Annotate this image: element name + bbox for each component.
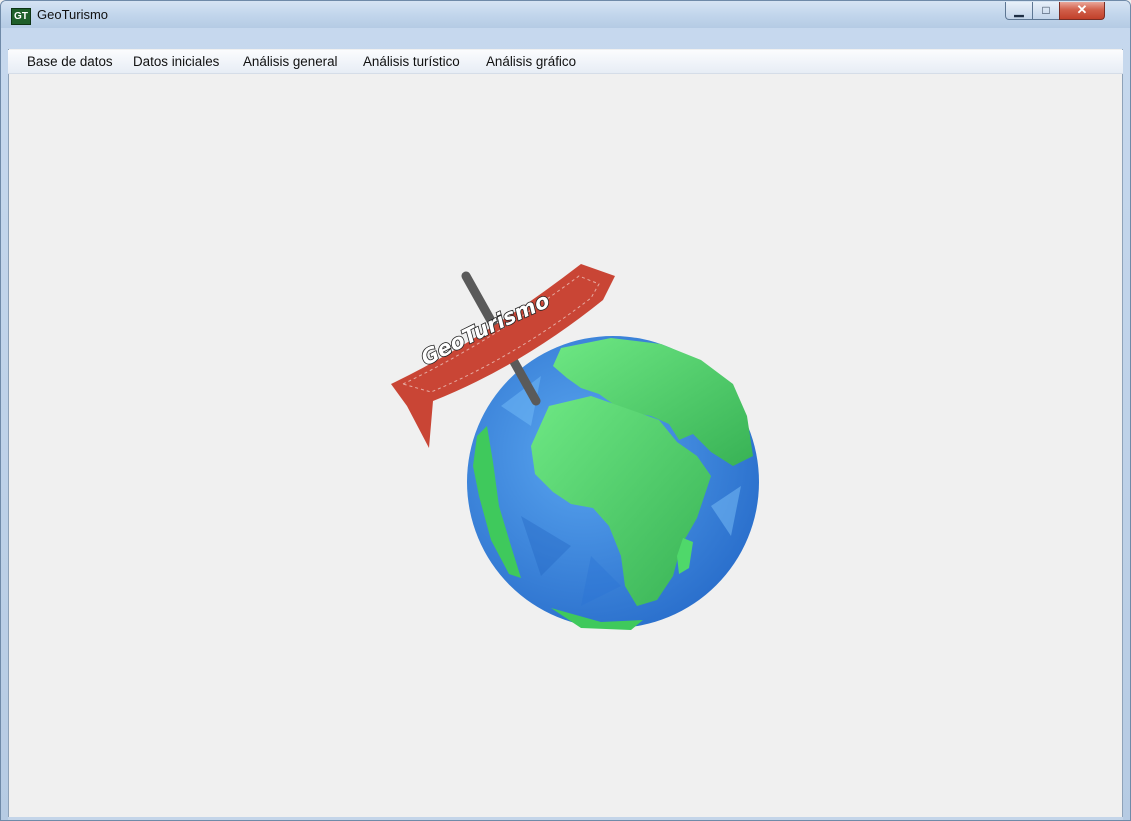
window-title: GeoTurismo	[37, 7, 109, 22]
app-logo-icon: GT	[11, 8, 31, 25]
menu-bar: Base de datos Datos iniciales Análisis g…	[8, 50, 1123, 74]
menu-datos-iniciales[interactable]: Datos iniciales	[133, 54, 219, 69]
close-icon: ✕	[1076, 2, 1088, 17]
app-window: GT GeoTurismo ▁ □ ✕ Base de datos Datos …	[0, 0, 1131, 821]
minimize-icon: ▁	[1014, 3, 1024, 17]
geoturismo-logo: GeoTurismo	[391, 264, 759, 630]
window-bottom-frame	[8, 817, 1123, 820]
maximize-button[interactable]: □	[1032, 2, 1060, 20]
menu-analisis-general[interactable]: Análisis general	[243, 54, 338, 69]
menu-base-de-datos[interactable]: Base de datos	[27, 54, 113, 69]
title-bar[interactable]: GT GeoTurismo ▁ □ ✕	[1, 1, 1130, 28]
globe-icon	[467, 336, 759, 630]
menu-analisis-grafico[interactable]: Análisis gráfico	[486, 54, 576, 69]
menu-analisis-turistico[interactable]: Análisis turístico	[363, 54, 460, 69]
close-button[interactable]: ✕	[1059, 2, 1105, 20]
maximize-icon: □	[1042, 3, 1050, 17]
minimize-button[interactable]: ▁	[1005, 2, 1033, 20]
